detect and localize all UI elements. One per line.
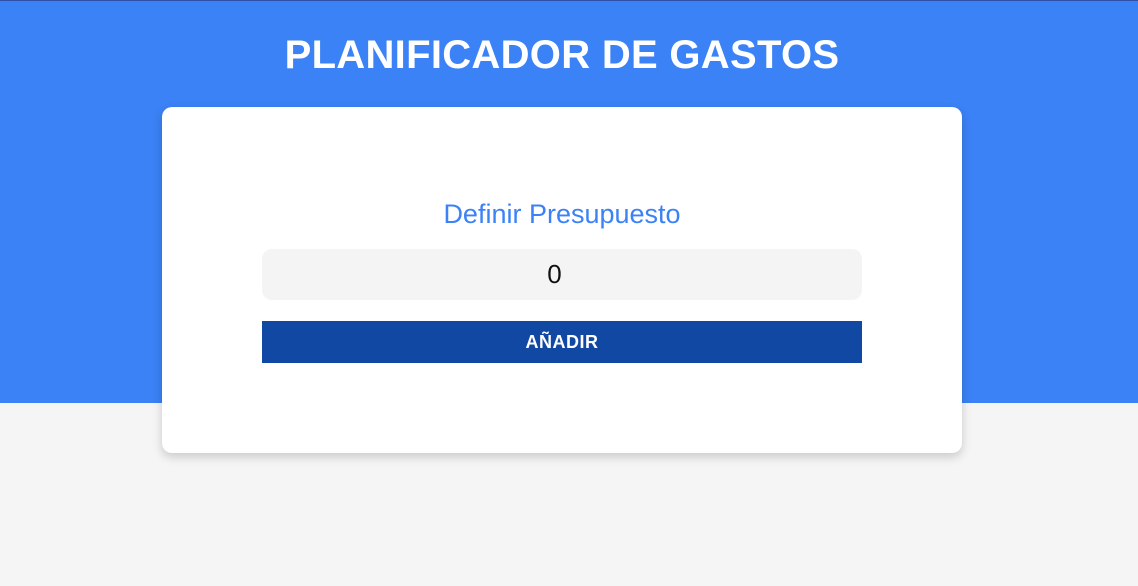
budget-card: Definir Presupuesto AÑADIR — [162, 107, 962, 453]
budget-form-heading: Definir Presupuesto — [443, 199, 681, 229]
budget-input[interactable] — [262, 249, 862, 300]
page-title: PLANIFICADOR DE GASTOS — [284, 33, 840, 77]
add-budget-button[interactable]: AÑADIR — [262, 321, 862, 363]
